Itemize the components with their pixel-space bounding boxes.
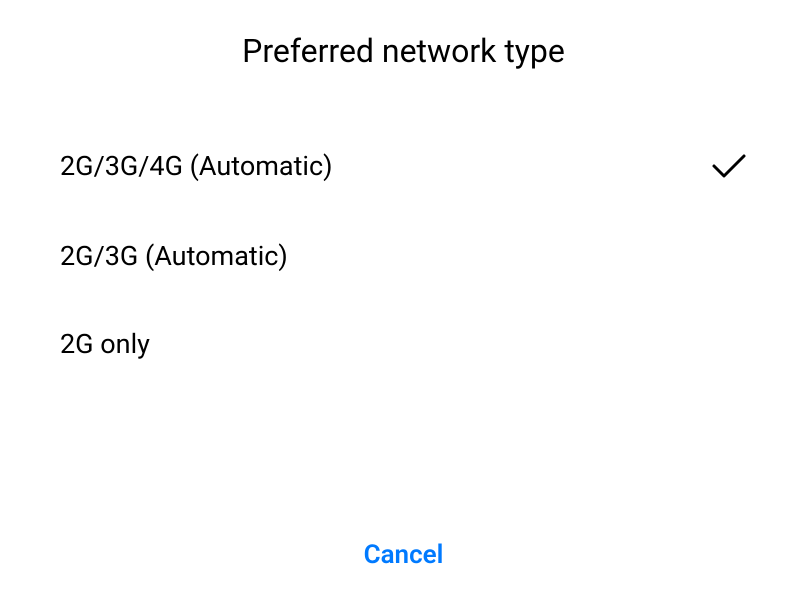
options-list: 2G/3G/4G (Automatic) 2G/3G (Automatic) 2… xyxy=(0,120,807,520)
option-row-2g3g4g-automatic[interactable]: 2G/3G/4G (Automatic) xyxy=(60,120,747,212)
option-label: 2G/3G/4G (Automatic) xyxy=(60,150,333,182)
option-row-2g-only[interactable]: 2G only xyxy=(60,300,747,388)
cancel-button[interactable]: Cancel xyxy=(0,520,807,600)
option-label: 2G only xyxy=(60,328,150,360)
dialog-title: Preferred network type xyxy=(0,0,807,120)
option-label: 2G/3G (Automatic) xyxy=(60,240,288,272)
checkmark-icon xyxy=(711,148,747,184)
option-row-2g3g-automatic[interactable]: 2G/3G (Automatic) xyxy=(60,212,747,300)
